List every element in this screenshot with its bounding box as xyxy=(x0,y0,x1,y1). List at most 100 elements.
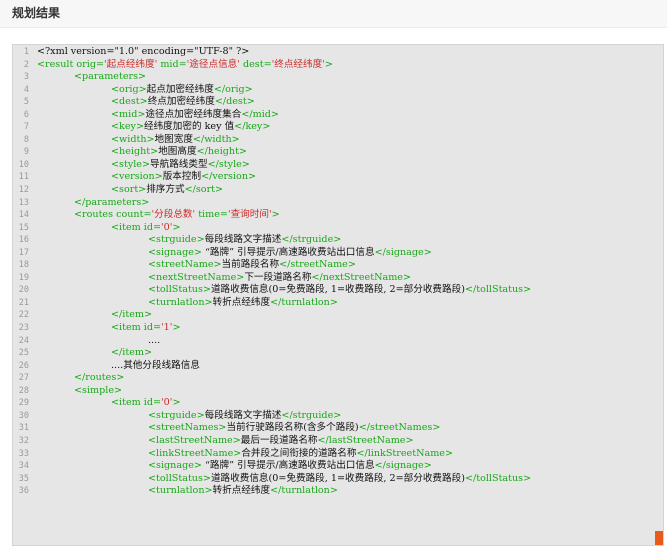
section-header: 规划结果 xyxy=(0,0,667,28)
xml-tag: </strguide> xyxy=(281,409,342,421)
code-text: 排序方式 xyxy=(146,184,185,196)
xml-tag: </version> xyxy=(201,171,257,183)
line-number: 5 xyxy=(23,97,29,108)
code-line: 8 <width>地图宽度</width> xyxy=(13,134,663,147)
code-text: 途径点加密经纬度集合 xyxy=(145,108,242,120)
code-line: 7 <key>经纬度加密的 key 值</key> xyxy=(13,121,663,134)
xml-tag: <streetName> xyxy=(148,259,222,271)
line-number: 12 xyxy=(18,185,29,196)
code-line: 10 <style>导航路线类型</style> xyxy=(13,159,663,172)
line-number: 19 xyxy=(18,272,29,283)
xml-tag: </item> xyxy=(111,309,153,321)
attribute-value: '1' xyxy=(161,322,173,334)
line-number: 23 xyxy=(18,323,29,334)
code-content: <?xml version="1.0" encoding="UTF-8" ?> xyxy=(37,46,249,59)
code-content: <tollStatus>道路收费信息(0=免费路段, 1=收费路段, 2=部分收… xyxy=(148,284,531,297)
line-number: 35 xyxy=(18,473,29,484)
code-line: 32 <lastStreetName>最后一段道路名称</lastStreetNa… xyxy=(13,435,663,448)
code-content: <width>地图宽度</width> xyxy=(111,134,240,147)
xml-tag: </streetNames> xyxy=(358,422,441,434)
xml-tag: <item xyxy=(111,322,144,334)
xml-tag: > xyxy=(271,209,280,221)
line-number: 28 xyxy=(18,385,29,396)
xml-tag: > xyxy=(172,397,181,409)
line-number: 22 xyxy=(18,310,29,321)
xml-tag: </dest> xyxy=(214,96,255,108)
xml-tag: <routes xyxy=(74,209,117,221)
xml-tag: </strguide> xyxy=(281,234,342,246)
code-line: 24.... xyxy=(13,335,663,348)
code-line: 28 <simple> xyxy=(13,385,663,398)
code-content: <style>导航路线类型</style> xyxy=(111,159,250,172)
code-line: 17 <signage> “路牌” 引导提示/高速路收费站出口信息</signag… xyxy=(13,247,663,260)
xml-tag: </tollStatus> xyxy=(464,472,532,484)
xml-tag: <result xyxy=(37,58,77,70)
attribute-name: count= xyxy=(116,209,152,221)
xml-tag: <turnlatlon> xyxy=(148,296,213,308)
code-content: <nextStreetName>下一段道路名称</nextStreetName> xyxy=(148,272,411,285)
xml-tag: <nextStreetName> xyxy=(148,271,245,283)
line-number: 24 xyxy=(18,335,29,346)
line-number: 36 xyxy=(18,486,29,497)
line-number: 18 xyxy=(18,260,29,271)
line-number: 17 xyxy=(18,247,29,258)
code-line: 9 <height>地图高度</height> xyxy=(13,146,663,159)
code-line: 19 <nextStreetName>下一段道路名称</nextStreetNam… xyxy=(13,272,663,285)
code-content: <item id='0'> xyxy=(111,397,180,410)
line-number: 16 xyxy=(18,235,29,246)
code-line: 35 <tollStatus>道路收费信息(0=免费路段, 1=收费路段, 2=部… xyxy=(13,473,663,486)
xml-tag: <lastStreetName> xyxy=(148,434,241,446)
code-block[interactable]: 1 <?xml version="1.0" encoding="UTF-8" ?>… xyxy=(12,44,664,546)
code-content: <strguide>每段线路文字描述</strguide> xyxy=(148,234,341,247)
code-line: 2 <result orig='起点经纬度' mid='途径点信息' dest='… xyxy=(13,59,663,72)
code-scroll-area[interactable]: 1 <?xml version="1.0" encoding="UTF-8" ?>… xyxy=(13,46,663,545)
line-number: 34 xyxy=(18,461,29,472)
code-text: 地图宽度 xyxy=(154,133,193,145)
code-content: <linkStreetName>合并段之间衔接的道路名称</linkStreet… xyxy=(148,448,453,461)
code-text: 转折点经纬度 xyxy=(212,296,271,308)
xml-tag: <turnlatlon> xyxy=(148,485,213,497)
code-text: “路牌” 引导提示/高速路收费站出口信息 xyxy=(201,246,375,258)
line-number: 13 xyxy=(18,197,29,208)
code-text: 版本控制 xyxy=(162,171,202,183)
line-number: 25 xyxy=(18,348,29,359)
code-line: 12 <sort>排序方式</sort> xyxy=(13,184,663,197)
code-text: 每段线路文字描述 xyxy=(204,234,282,246)
xml-tag: <streetNames> xyxy=(148,422,227,434)
xml-tag: </key> xyxy=(234,121,271,133)
code-content: <version>版本控制</version> xyxy=(111,171,256,184)
xml-tag: </parameters> xyxy=(74,196,150,208)
xml-tag: <linkStreetName> xyxy=(148,447,242,459)
code-line: 22 </item> xyxy=(13,309,663,322)
code-content: ....其他分段线路信息 xyxy=(111,360,200,373)
attribute-value: '0' xyxy=(161,221,173,233)
code-line: 6 <mid>途径点加密经纬度集合</mid> xyxy=(13,109,663,122)
code-content: .... xyxy=(148,335,160,348)
code-content: <mid>途径点加密经纬度集合</mid> xyxy=(111,109,279,122)
code-content: </item> xyxy=(111,347,152,360)
xml-tag: </mid> xyxy=(241,108,279,120)
code-line: 34 <signage> “路牌” 引导提示/高速路收费站出口信息</signag… xyxy=(13,460,663,473)
code-content: </routes> xyxy=(74,372,124,385)
code-content: <item id='0'> xyxy=(111,222,180,235)
code-line: 33 <linkStreetName>合并段之间衔接的道路名称</linkStre… xyxy=(13,448,663,461)
xml-tag: <signage> xyxy=(148,460,202,472)
code-line: 31 <streetNames>当前行驶路段名称(含多个路段)</streetNa… xyxy=(13,422,663,435)
code-text: “路牌” 引导提示/高速路收费站出口信息 xyxy=(201,460,375,472)
xml-tag: <key> xyxy=(111,121,144,133)
xml-tag: <tollStatus> xyxy=(148,284,211,296)
line-number: 33 xyxy=(18,448,29,459)
line-number: 7 xyxy=(23,122,29,133)
attribute-name: mid= xyxy=(157,58,187,70)
code-content: <strguide>每段线路文字描述</strguide> xyxy=(148,410,341,423)
xml-tag: </tollStatus> xyxy=(464,284,532,296)
code-text: 道路收费信息(0=免费路段, 1=收费路段, 2=部分收费路段) xyxy=(210,472,465,484)
xml-tag: </lastStreetName> xyxy=(317,434,414,446)
code-text: 地图高度 xyxy=(158,146,197,158)
xml-tag: > xyxy=(324,58,333,70)
code-line: 27 </routes> xyxy=(13,372,663,385)
code-text: 当前行驶路段名称(含多个路段) xyxy=(226,422,359,434)
code-line: 30 <strguide>每段线路文字描述</strguide> xyxy=(13,410,663,423)
code-content: <turnlatlon>转折点经纬度</turnlatlon> xyxy=(148,485,338,498)
line-number: 30 xyxy=(18,410,29,421)
